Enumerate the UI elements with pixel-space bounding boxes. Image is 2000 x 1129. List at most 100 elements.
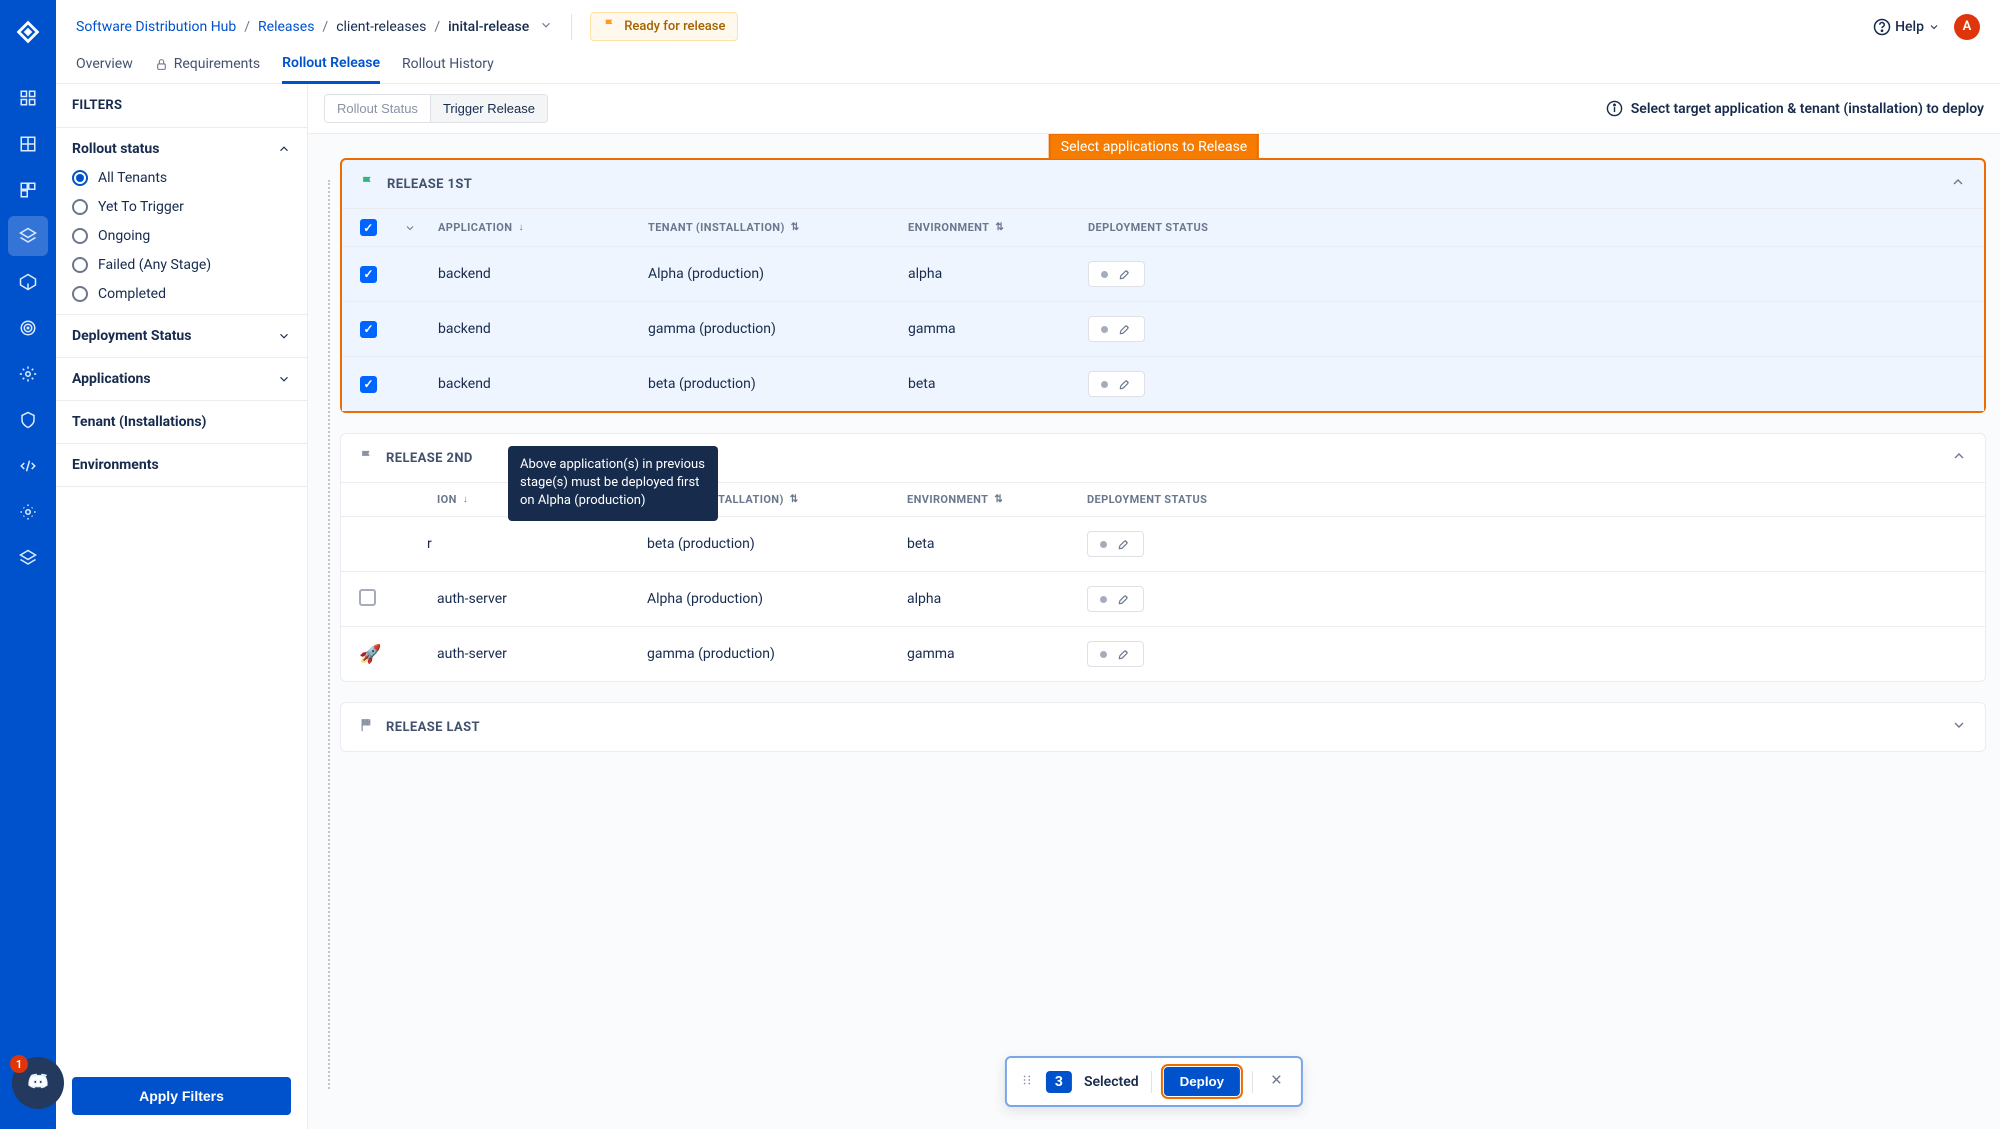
- breadcrumb-bundle[interactable]: client-releases: [336, 19, 426, 35]
- deployment-status-pill[interactable]: [1088, 371, 1145, 397]
- segment-trigger-release[interactable]: Trigger Release: [431, 95, 547, 122]
- content-toolbar: Rollout Status Trigger Release Select ta…: [308, 84, 2000, 134]
- radio-icon: [72, 170, 88, 186]
- content-area: Rollout Status Trigger Release Select ta…: [308, 84, 2000, 1129]
- filter-option-failed[interactable]: Failed (Any Stage): [72, 257, 291, 273]
- release-dropdown-icon[interactable]: [539, 18, 553, 36]
- segment-rollout-status[interactable]: Rollout Status: [325, 95, 431, 122]
- tab-rollout-history[interactable]: Rollout History: [402, 55, 494, 83]
- filter-option-all-tenants[interactable]: All Tenants: [72, 170, 291, 186]
- rocket-icon: [1118, 322, 1132, 336]
- nav-layers[interactable]: [8, 538, 48, 578]
- cell-tenant: beta (production): [648, 376, 908, 392]
- cell-tenant: gamma (production): [648, 321, 908, 337]
- row-checkbox[interactable]: [359, 589, 376, 606]
- col-deployment[interactable]: DEPLOYMENT STATUS: [1087, 493, 1307, 506]
- breadcrumb-root[interactable]: Software Distribution Hub: [76, 19, 236, 35]
- nav-dashboard[interactable]: [8, 78, 48, 118]
- tabs: Overview Requirements Rollout Release Ro…: [56, 45, 2000, 84]
- filter-deployment-status-header[interactable]: Deployment Status: [56, 315, 307, 357]
- status-pill-text: Ready for release: [624, 19, 725, 34]
- deploy-button[interactable]: Deploy: [1164, 1067, 1240, 1096]
- nav-settings[interactable]: [8, 354, 48, 394]
- col-tenant[interactable]: TENANT (INSTALLATION) ⇅: [648, 219, 908, 236]
- filter-option-yet-to-trigger[interactable]: Yet To Trigger: [72, 199, 291, 215]
- row-checkbox[interactable]: [360, 266, 377, 283]
- top-bar: Software Distribution Hub / Releases / c…: [56, 0, 2000, 45]
- group-header-1[interactable]: RELEASE 1ST: [342, 160, 1984, 208]
- filter-tenants-header[interactable]: Tenant (Installations): [56, 401, 307, 443]
- filter-environments-header[interactable]: Environments: [56, 444, 307, 486]
- flag-icon: [360, 175, 375, 194]
- table-header: APPLICATION ↓ TENANT (INSTALLATION) ⇅ EN…: [342, 208, 1984, 246]
- chevron-up-icon: [1951, 448, 1967, 468]
- radio-icon: [72, 286, 88, 302]
- col-deployment[interactable]: DEPLOYMENT STATUS: [1088, 219, 1308, 236]
- deployment-status-pill[interactable]: [1087, 531, 1144, 557]
- group-title-2: RELEASE 2ND: [386, 451, 473, 466]
- nav-target[interactable]: [8, 308, 48, 348]
- help-button[interactable]: Help: [1873, 18, 1940, 36]
- apply-filters-button[interactable]: Apply Filters: [72, 1077, 291, 1115]
- cell-env: gamma: [907, 646, 1087, 662]
- col-environment[interactable]: ENVIRONMENT ⇅: [907, 493, 1087, 506]
- nav-packages[interactable]: [8, 262, 48, 302]
- radio-icon: [72, 257, 88, 273]
- group-header-3[interactable]: RELEASE LAST: [341, 703, 1985, 751]
- table-row: backend gamma (production) gamma: [342, 301, 1984, 356]
- filter-option-ongoing[interactable]: Ongoing: [72, 228, 291, 244]
- nav-grid[interactable]: [8, 124, 48, 164]
- cell-env: beta: [908, 376, 1088, 392]
- left-nav-rail: 1: [0, 0, 56, 1129]
- radio-icon: [72, 228, 88, 244]
- col-application[interactable]: APPLICATION ↓: [438, 219, 648, 236]
- deployment-status-pill[interactable]: [1087, 586, 1144, 612]
- selection-floatbar: 3 Selected Deploy: [1005, 1056, 1303, 1107]
- callout-banner: Select applications to Release: [1049, 134, 1259, 159]
- tab-requirements[interactable]: Requirements: [155, 55, 260, 83]
- deployment-status-pill[interactable]: [1087, 641, 1144, 667]
- row-checkbox[interactable]: [360, 376, 377, 393]
- info-icon: [1606, 100, 1623, 117]
- nav-apps[interactable]: [8, 170, 48, 210]
- col-environment[interactable]: ENVIRONMENT ⇅: [908, 219, 1088, 236]
- rocket-icon: [1118, 267, 1132, 281]
- tab-overview[interactable]: Overview: [76, 55, 133, 83]
- tab-requirements-label: Requirements: [174, 56, 260, 72]
- row-checkbox[interactable]: [360, 321, 377, 338]
- cell-app: auth-server: [437, 646, 647, 662]
- chevron-down-icon[interactable]: [404, 222, 416, 234]
- tab-rollout-release[interactable]: Rollout Release: [282, 55, 380, 84]
- nav-admin[interactable]: [8, 492, 48, 532]
- timeline-connector: [328, 180, 330, 1089]
- release-group-3: RELEASE LAST: [340, 702, 1986, 752]
- nav-distribution[interactable]: [8, 216, 48, 256]
- selection-label: Selected: [1084, 1074, 1139, 1090]
- chevron-down-icon: [277, 372, 291, 386]
- select-all-checkbox[interactable]: [360, 219, 377, 236]
- nav-security[interactable]: [8, 400, 48, 440]
- table-row: backend Alpha (production) alpha: [342, 246, 1984, 301]
- table-row: r beta (production) beta: [341, 516, 1985, 571]
- cell-env: alpha: [908, 266, 1088, 282]
- user-avatar[interactable]: A: [1954, 14, 1980, 40]
- app-logo[interactable]: [10, 14, 46, 50]
- filter-applications-header[interactable]: Applications: [56, 358, 307, 400]
- nav-code[interactable]: [8, 446, 48, 486]
- filter-option-completed[interactable]: Completed: [72, 286, 291, 302]
- view-segment: Rollout Status Trigger Release: [324, 94, 548, 123]
- filter-rollout-status-header[interactable]: Rollout status: [56, 128, 307, 170]
- rocket-icon: [1118, 377, 1132, 391]
- discord-button[interactable]: 1: [12, 1057, 64, 1109]
- drag-grip-icon[interactable]: [1020, 1073, 1034, 1091]
- cell-tenant: gamma (production): [647, 646, 907, 662]
- flag-icon: [359, 449, 374, 468]
- cell-tenant: Alpha (production): [647, 591, 907, 607]
- close-floatbar-button[interactable]: [1265, 1072, 1288, 1091]
- deployment-status-pill[interactable]: [1088, 316, 1145, 342]
- deployment-status-pill[interactable]: [1088, 261, 1145, 287]
- breadcrumb-release[interactable]: inital-release: [448, 19, 529, 35]
- cell-app: backend: [438, 376, 648, 392]
- group-title-3: RELEASE LAST: [386, 720, 480, 735]
- breadcrumb-releases[interactable]: Releases: [258, 19, 314, 35]
